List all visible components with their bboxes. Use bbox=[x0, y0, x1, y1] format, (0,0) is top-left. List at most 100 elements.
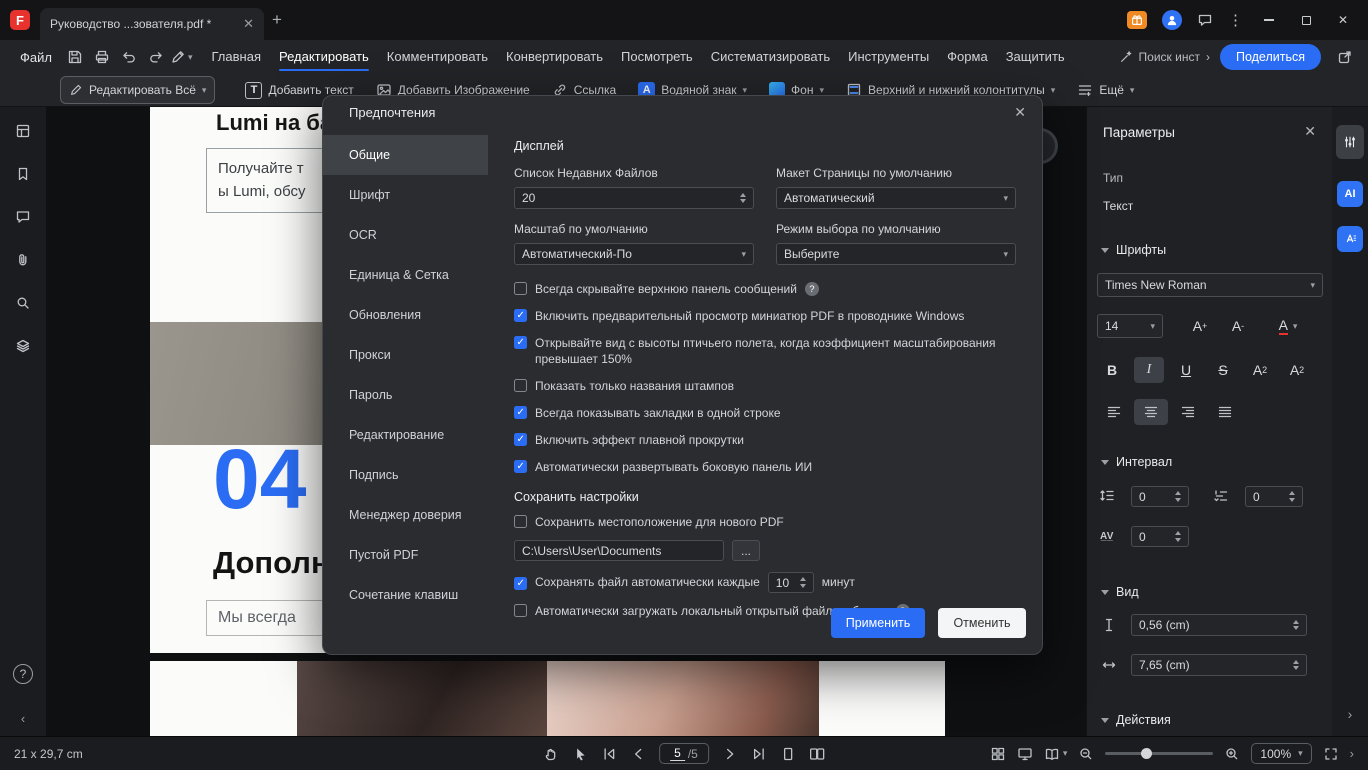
checkbox[interactable] bbox=[514, 282, 527, 295]
char-spacing-spinner[interactable]: 0 bbox=[1131, 526, 1189, 547]
window-close-button[interactable]: ✕ bbox=[1332, 9, 1354, 31]
tool-search[interactable]: Поиск инст › bbox=[1119, 50, 1210, 64]
autosave-interval-spinner[interactable]: 10 bbox=[767, 572, 814, 594]
redo-icon[interactable] bbox=[143, 44, 170, 70]
zoom-level-select[interactable]: 100% ▾ bbox=[1251, 743, 1312, 764]
actions-section-header[interactable]: Действия bbox=[1101, 713, 1171, 727]
font-color-button[interactable]: A ▾ bbox=[1265, 314, 1311, 338]
spinner-arrows[interactable] bbox=[1293, 619, 1299, 631]
align-left-button[interactable] bbox=[1097, 399, 1131, 425]
spinner-arrows[interactable] bbox=[799, 577, 806, 588]
previous-page-icon[interactable] bbox=[630, 746, 646, 762]
ai-panel-button[interactable]: AI bbox=[1337, 181, 1363, 207]
print-icon[interactable] bbox=[89, 44, 116, 70]
grid-view-icon[interactable] bbox=[990, 746, 1006, 762]
checkbox[interactable] bbox=[514, 432, 527, 446]
file-menu[interactable]: Файл bbox=[10, 50, 62, 65]
underline-button[interactable]: U bbox=[1171, 357, 1201, 383]
menu-convert[interactable]: Конвертировать bbox=[497, 40, 612, 74]
menu-tools[interactable]: Инструменты bbox=[839, 40, 938, 74]
fullscreen-icon[interactable] bbox=[1323, 746, 1339, 762]
checkbox[interactable] bbox=[514, 335, 527, 349]
window-maximize-button[interactable] bbox=[1295, 9, 1317, 31]
menu-home[interactable]: Главная bbox=[203, 40, 270, 74]
page-layout-select[interactable]: Автоматический ▾ bbox=[776, 187, 1016, 209]
properties-rail-button[interactable] bbox=[1336, 125, 1364, 159]
menu-organize[interactable]: Систематизировать bbox=[702, 40, 839, 74]
checkbox[interactable] bbox=[514, 515, 527, 529]
spacing-section-header[interactable]: Интервал bbox=[1101, 455, 1172, 469]
nav-item-general[interactable]: Общие bbox=[323, 135, 488, 175]
search-panel-icon[interactable] bbox=[15, 295, 31, 311]
italic-button[interactable]: I bbox=[1134, 357, 1164, 383]
paragraph-spacing-spinner[interactable]: 0 bbox=[1245, 486, 1303, 507]
bold-button[interactable]: B bbox=[1097, 357, 1127, 383]
dialog-close-icon[interactable]: ✕ bbox=[1014, 104, 1026, 121]
align-justify-button[interactable] bbox=[1208, 399, 1242, 425]
spinner-arrows[interactable] bbox=[1175, 531, 1181, 542]
checkbox[interactable] bbox=[514, 405, 527, 419]
nav-item-proxy[interactable]: Прокси bbox=[323, 335, 488, 375]
properties-close-icon[interactable]: ✕ bbox=[1304, 123, 1316, 140]
read-mode-icon[interactable]: ▾ bbox=[1044, 746, 1067, 762]
nav-item-editing[interactable]: Редактирование bbox=[323, 415, 488, 455]
zoom-slider-handle[interactable] bbox=[1141, 748, 1153, 759]
first-page-icon[interactable] bbox=[601, 746, 617, 762]
save-icon[interactable] bbox=[62, 44, 89, 70]
select-tool-icon[interactable] bbox=[572, 746, 588, 762]
nav-item-blank-pdf[interactable]: Пустой PDF bbox=[323, 535, 488, 575]
menu-protect[interactable]: Защитить bbox=[997, 40, 1074, 74]
collapse-sidebar-icon[interactable]: ‹ bbox=[21, 711, 25, 726]
nav-item-ocr[interactable]: OCR bbox=[323, 215, 488, 255]
promo-gift-icon[interactable] bbox=[1127, 11, 1147, 29]
help-icon[interactable]: ? bbox=[804, 282, 819, 296]
document-tab[interactable]: Руководство ...зователя.pdf * ✕ bbox=[40, 8, 264, 40]
feedback-icon[interactable] bbox=[1197, 12, 1213, 28]
account-avatar[interactable] bbox=[1162, 10, 1182, 30]
zoom-slider[interactable] bbox=[1105, 748, 1214, 759]
align-center-button[interactable] bbox=[1134, 399, 1168, 425]
selection-mode-select[interactable]: Выберите ▾ bbox=[776, 243, 1016, 265]
menu-edit[interactable]: Редактировать bbox=[270, 40, 378, 74]
attachments-panel-icon[interactable] bbox=[15, 252, 31, 268]
view-section-header[interactable]: Вид bbox=[1101, 585, 1139, 599]
page-number-input[interactable]: 5 /5 bbox=[659, 743, 709, 764]
pdf-page-next[interactable] bbox=[150, 661, 945, 736]
line-spacing-spinner[interactable]: 0 bbox=[1131, 486, 1189, 507]
save-path-input[interactable]: C:\Users\User\Documents bbox=[514, 540, 724, 562]
checkbox[interactable] bbox=[514, 379, 527, 393]
cancel-button[interactable]: Отменить bbox=[938, 608, 1026, 638]
nav-item-trust-manager[interactable]: Менеджер доверия bbox=[323, 495, 488, 535]
strikethrough-button[interactable]: S bbox=[1208, 357, 1238, 383]
nav-item-password[interactable]: Пароль bbox=[323, 375, 488, 415]
single-page-view-icon[interactable] bbox=[780, 746, 796, 762]
fonts-section-header[interactable]: Шрифты bbox=[1101, 243, 1166, 257]
width-spinner[interactable]: 7,65 (cm) bbox=[1131, 654, 1307, 676]
nav-item-signature[interactable]: Подпись bbox=[323, 455, 488, 495]
comments-panel-icon[interactable] bbox=[15, 209, 31, 225]
checkbox[interactable] bbox=[514, 459, 527, 473]
thumbnails-panel-icon[interactable] bbox=[15, 123, 31, 139]
font-increase-button[interactable]: A + bbox=[1183, 314, 1217, 338]
subscript-button[interactable]: A2 bbox=[1282, 357, 1312, 383]
recent-files-spinner[interactable]: 20 bbox=[514, 187, 754, 209]
pen-tool-dropdown[interactable]: ▾ bbox=[170, 49, 193, 65]
help-button[interactable]: ? bbox=[13, 664, 33, 684]
font-size-select[interactable]: 14 ▾ bbox=[1097, 314, 1163, 338]
layers-panel-icon[interactable] bbox=[15, 338, 31, 354]
spinner-arrows[interactable] bbox=[1175, 491, 1181, 502]
nav-item-updates[interactable]: Обновления bbox=[323, 295, 488, 335]
checkbox[interactable] bbox=[514, 576, 527, 590]
spinner-arrows[interactable] bbox=[1293, 659, 1299, 671]
edit-all-button[interactable]: Редактировать Всё ▾ bbox=[60, 76, 216, 104]
nav-item-font[interactable]: Шрифт bbox=[323, 175, 488, 215]
expand-statusbar-icon[interactable]: › bbox=[1350, 746, 1354, 761]
zoom-out-icon[interactable] bbox=[1078, 746, 1094, 762]
browse-button[interactable]: ... bbox=[732, 540, 760, 562]
nav-item-units-grid[interactable]: Единица & Сетка bbox=[323, 255, 488, 295]
height-spinner[interactable]: 0,56 (cm) bbox=[1131, 614, 1307, 636]
superscript-button[interactable]: A2 bbox=[1245, 357, 1275, 383]
font-decrease-button[interactable]: A- bbox=[1221, 314, 1255, 338]
share-button[interactable]: Поделиться bbox=[1219, 44, 1321, 70]
nav-item-shortcuts[interactable]: Сочетание клавиш bbox=[323, 575, 488, 615]
